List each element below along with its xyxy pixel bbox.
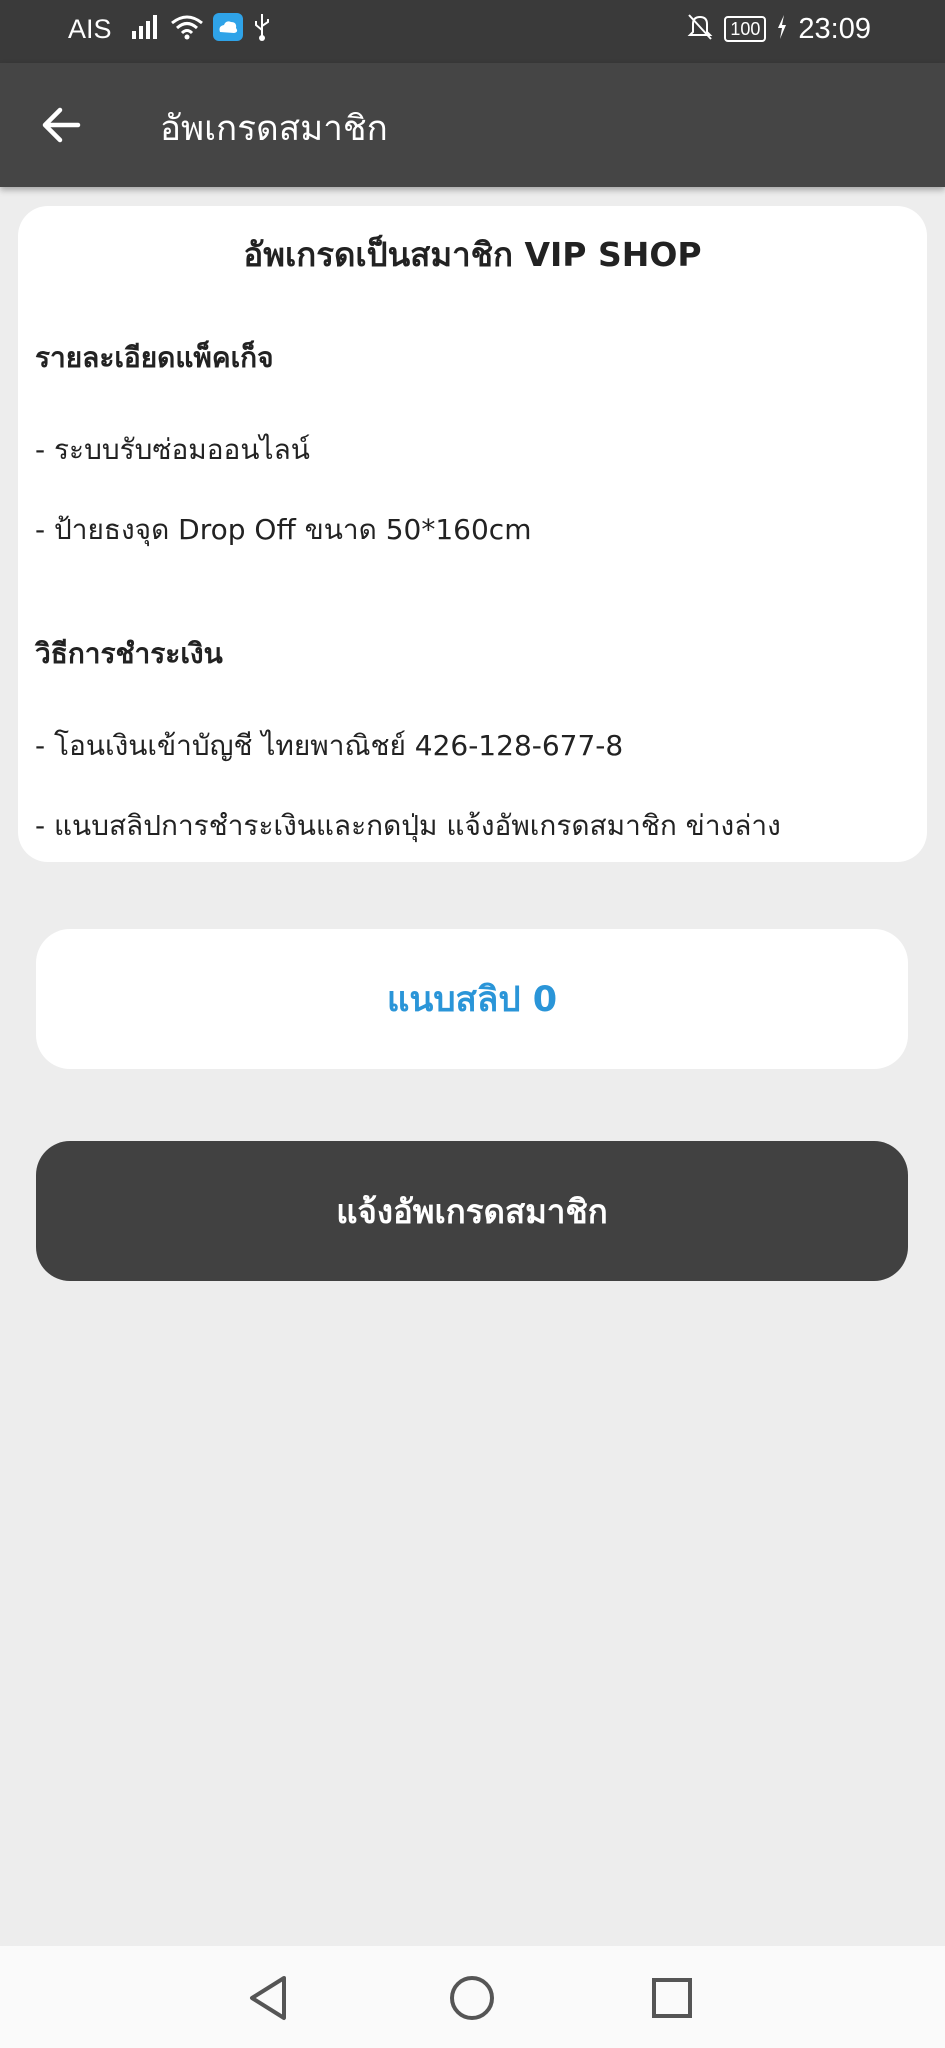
package-item: - ป้ายธงจุด Drop Off ขนาด 50*160cm (35, 513, 532, 546)
cloud-app-icon (212, 12, 244, 46)
triangle-back-icon (240, 1976, 300, 2032)
attach-slip-button[interactable]: แนบสลิป 0 (36, 929, 908, 1069)
nav-home-button[interactable] (442, 1968, 502, 2028)
app-bar: อัพเกรดสมาชิก (0, 63, 945, 187)
package-heading: รายละเอียดแพ็คเก็จ (35, 341, 274, 374)
arrow-left-icon (34, 107, 90, 157)
payment-heading: วิธีการชำระเงิน (35, 637, 223, 670)
carrier-label: AIS (68, 14, 112, 44)
card-title: อัพเกรดเป็นสมาชิก VIP SHOP (243, 235, 702, 274)
square-recent-icon (642, 1978, 702, 2032)
nav-recent-button[interactable] (642, 1968, 702, 2028)
battery-indicator: 100 (724, 16, 767, 42)
payment-item: - โอนเงินเข้าบัญชี ไทยพาณิชย์ 426-128-67… (35, 729, 624, 762)
signal-icon (130, 13, 162, 45)
payment-item: - แนบสลิปการชำระเงินและกดปุ่ม แจ้งอัพเกร… (35, 809, 781, 842)
nav-back-button[interactable] (240, 1968, 300, 2028)
page-title: อัพเกรดสมาชิก (160, 109, 388, 149)
attach-slip-label: แนบสลิป 0 (386, 979, 558, 1020)
charging-icon (776, 14, 788, 44)
clock: 23:09 (798, 12, 871, 45)
status-bar: AIS 100 23:09 (0, 0, 945, 63)
package-info-card: อัพเกรดเป็นสมาชิก VIP SHOP รายละเอียดแพ็… (18, 206, 927, 862)
usb-icon (252, 12, 272, 46)
system-nav-bar (0, 1946, 945, 2048)
submit-upgrade-button[interactable]: แจ้งอัพเกรดสมาชิก (36, 1141, 908, 1281)
circle-home-icon (442, 1976, 502, 2032)
status-right-icons: 100 23:09 (686, 12, 871, 46)
bell-off-icon (686, 12, 714, 46)
back-button[interactable] (34, 97, 90, 153)
wifi-icon (170, 13, 204, 45)
submit-upgrade-label: แจ้งอัพเกรดสมาชิก (336, 1191, 608, 1231)
package-item: - ระบบรับซ่อมออนไลน์ (35, 433, 310, 466)
status-left-icons (130, 12, 272, 46)
